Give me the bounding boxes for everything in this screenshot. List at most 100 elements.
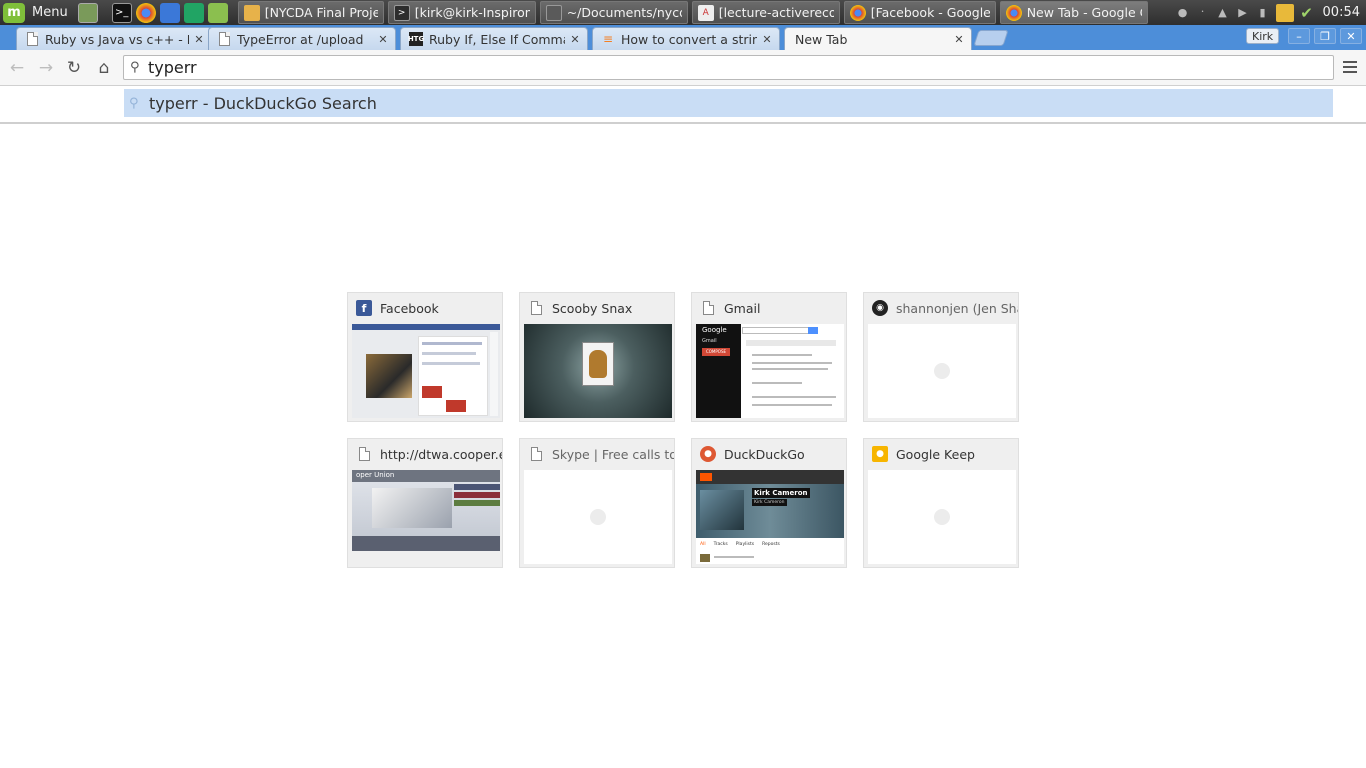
notes-icon[interactable] <box>1275 3 1294 22</box>
close-tab-icon[interactable]: ✕ <box>761 33 773 46</box>
task-chrome-facebook[interactable]: [Facebook - Google ... <box>843 1 996 24</box>
page-icon <box>528 446 544 462</box>
thumbnail-loading <box>524 470 672 564</box>
reload-button[interactable]: ↻ <box>62 56 86 80</box>
thumbnail-loading <box>868 324 1016 418</box>
system-taskbar: m Menu >_ [NYCDA Final Project] > [kirk@… <box>0 0 1366 25</box>
suggestion-engine: DuckDuckGo Search <box>213 93 377 113</box>
tile-cooper[interactable]: http://dtwa.cooper.edu oper Union <box>347 438 503 568</box>
page-icon <box>217 32 231 46</box>
tile-github-shannonjen[interactable]: ◉ shannonjen (Jen Shan <box>863 292 1019 422</box>
task-terminal[interactable]: > [kirk@kirk-Inspiron-... <box>387 1 536 24</box>
omnibox[interactable]: ⚲ <box>123 55 1334 80</box>
loading-indicator <box>934 509 950 525</box>
thumb-sc-name: Kirk Cameron <box>752 488 810 498</box>
clock[interactable]: 00:54 <box>1323 5 1360 20</box>
mint-logo-icon[interactable]: m <box>3 2 25 23</box>
update-shield-icon[interactable]: ✔ <box>1300 4 1314 22</box>
tab-typeerror[interactable]: TypeError at /upload ✕ <box>208 27 396 50</box>
thumb-gmail-logo: Google <box>702 326 727 334</box>
close-tab-icon[interactable]: ✕ <box>569 33 581 46</box>
back-button[interactable]: ← <box>5 56 29 80</box>
spreadsheet-launcher-icon[interactable] <box>183 2 204 23</box>
text-editor-icon <box>545 4 562 21</box>
volume-icon[interactable]: ▶ <box>1236 6 1250 20</box>
close-tab-icon[interactable]: ✕ <box>953 33 965 46</box>
tab-convert-string[interactable]: ≡ How to convert a string t ✕ <box>592 27 780 50</box>
tile-gmail[interactable]: Gmail Google Gmail COMPOSE <box>691 292 847 422</box>
tile-duckduckgo[interactable]: ● DuckDuckGo Kirk Cameron Kirk Cameron A… <box>691 438 847 568</box>
task-nycda-folder[interactable]: [NYCDA Final Project] <box>237 1 384 24</box>
thumb-sc-tab: Tracks <box>713 542 728 547</box>
thumb-sc-tab: Reposts <box>762 542 780 547</box>
tab-ruby-vs-java[interactable]: Ruby vs Java vs c++ - Rub ✕ <box>16 27 212 50</box>
close-tab-icon[interactable]: ✕ <box>377 33 389 46</box>
show-desktop-icon[interactable] <box>77 2 98 23</box>
thumbnail: oper Union <box>352 470 500 551</box>
search-icon: ⚲ <box>130 60 140 75</box>
keep-icon: ● <box>872 446 888 462</box>
address-input[interactable] <box>148 57 1328 78</box>
pdf-icon: A <box>697 4 714 21</box>
tab-ruby-if-else[interactable]: HTG Ruby If, Else If Commanc ✕ <box>400 27 588 50</box>
thumbnail: Kirk Cameron Kirk Cameron All Tracks Pla… <box>696 470 844 564</box>
thumb-sc-tab: All <box>700 542 706 547</box>
document-launcher-icon[interactable] <box>159 2 180 23</box>
browser-tab-strip: Ruby vs Java vs c++ - Rub ✕ TypeError at… <box>0 25 1366 50</box>
browser-toolbar: ← → ↻ ⌂ ⚲ <box>0 50 1366 86</box>
thumbnail-loading <box>868 470 1016 564</box>
restore-button[interactable]: ❐ <box>1314 28 1336 44</box>
chrome-icon <box>849 4 866 21</box>
htg-icon: HTG <box>408 32 424 46</box>
thumb-cooper-header: oper Union <box>356 471 395 479</box>
battery-icon[interactable]: ▮ <box>1256 6 1270 20</box>
thumb-gmail-label: Gmail <box>702 338 717 344</box>
thumb-compose: COMPOSE <box>702 348 730 356</box>
facebook-icon: f <box>356 300 372 316</box>
folder-icon <box>243 4 260 21</box>
tile-scooby-snax[interactable]: Scooby Snax <box>519 292 675 422</box>
user-icon[interactable]: ● <box>1176 6 1190 20</box>
suggestion-query: typerr <box>149 93 198 113</box>
tile-google-keep[interactable]: ● Google Keep <box>863 438 1019 568</box>
tile-skype[interactable]: Skype | Free calls to fr <box>519 438 675 568</box>
task-text-editor[interactable]: ~/Documents/nycd... <box>539 1 688 24</box>
suggestion-separator: - <box>197 93 214 113</box>
omnibox-dropdown: ⚲ typerr - DuckDuckGo Search <box>0 86 1366 124</box>
chrome-launcher-icon[interactable] <box>135 2 156 23</box>
new-tab-button[interactable] <box>973 30 1009 46</box>
thumbnail <box>352 324 500 418</box>
chrome-menu-icon[interactable] <box>1340 58 1360 78</box>
home-button[interactable]: ⌂ <box>92 56 116 80</box>
files-launcher-icon[interactable] <box>207 2 228 23</box>
github-icon: ◉ <box>872 300 888 316</box>
page-icon <box>700 300 716 316</box>
chrome-icon <box>1005 4 1022 21</box>
loading-indicator <box>934 363 950 379</box>
stackoverflow-icon: ≡ <box>602 32 614 46</box>
bluetooth-icon[interactable]: ᛫ <box>1196 6 1210 20</box>
close-tab-icon[interactable]: ✕ <box>193 33 205 46</box>
page-icon <box>356 446 372 462</box>
thumb-sc-sub: Kirk Cameron <box>752 499 787 506</box>
search-suggestion[interactable]: ⚲ typerr - DuckDuckGo Search <box>124 89 1333 117</box>
loading-indicator <box>590 509 606 525</box>
task-chrome-newtab[interactable]: New Tab - Google C... <box>999 1 1148 24</box>
close-window-button[interactable]: ✕ <box>1340 28 1362 44</box>
wifi-icon[interactable]: ▲ <box>1216 6 1230 20</box>
tile-facebook[interactable]: f Facebook <box>347 292 503 422</box>
thumbnail: Google Gmail COMPOSE <box>696 324 844 418</box>
terminal-launcher-icon[interactable]: >_ <box>111 2 132 23</box>
terminal-icon: > <box>393 4 410 21</box>
minimize-button[interactable]: – <box>1288 28 1310 44</box>
tab-new-tab[interactable]: New Tab ✕ <box>784 27 972 50</box>
page-icon <box>528 300 544 316</box>
forward-button[interactable]: → <box>34 56 58 80</box>
task-pdf-viewer[interactable]: A [lecture-activerecor... <box>691 1 840 24</box>
duckduckgo-icon: ● <box>700 446 716 462</box>
thumb-sc-tab: Playlists <box>735 542 755 547</box>
page-icon <box>25 32 39 46</box>
profile-button[interactable]: Kirk <box>1246 28 1280 44</box>
menu-button[interactable]: Menu <box>32 5 68 20</box>
search-icon: ⚲ <box>129 95 139 111</box>
